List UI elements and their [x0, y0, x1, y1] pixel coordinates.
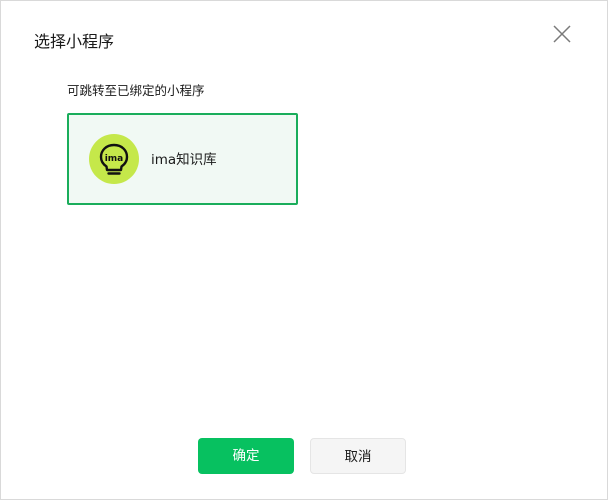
select-mini-program-dialog: 选择小程序 可跳转至已绑定的小程序 ima ima知识库 确定 取消 [0, 0, 608, 500]
program-avatar: ima [89, 134, 139, 184]
program-logo-text: ima [105, 154, 124, 164]
mini-program-card[interactable]: ima ima知识库 [67, 113, 298, 205]
cancel-button[interactable]: 取消 [310, 438, 406, 474]
dialog-title: 选择小程序 [34, 32, 115, 51]
confirm-button[interactable]: 确定 [198, 438, 294, 474]
program-name: ima知识库 [151, 152, 217, 168]
close-button[interactable] [551, 23, 573, 45]
close-icon [553, 25, 571, 43]
bound-programs-hint: 可跳转至已绑定的小程序 [67, 83, 205, 98]
lightbulb-icon: ima [99, 143, 129, 175]
